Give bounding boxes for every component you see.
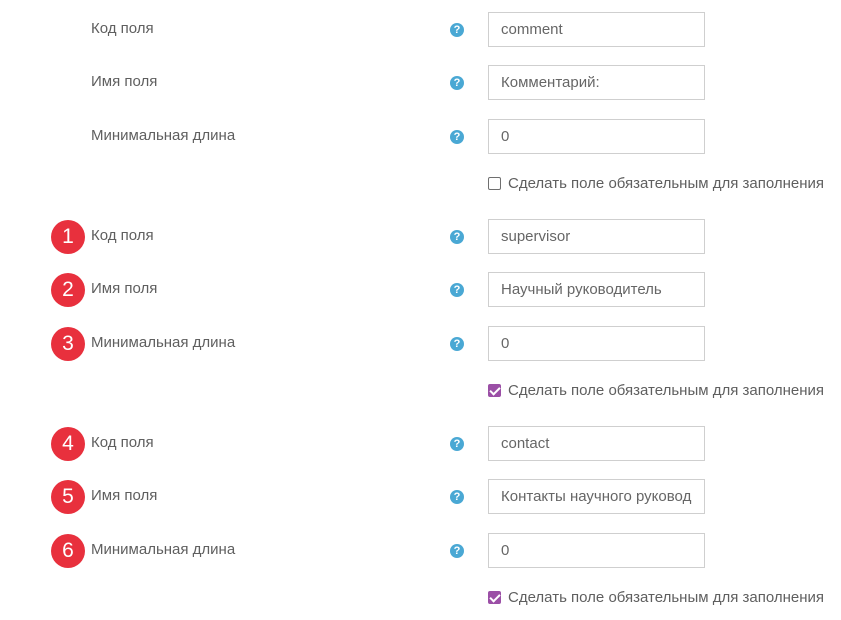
- question-circle-icon[interactable]: ?: [450, 283, 464, 297]
- field-row-min-length: Минимальная длина ?: [0, 117, 841, 157]
- question-circle-icon[interactable]: ?: [450, 76, 464, 90]
- required-checkbox-row[interactable]: Сделать поле обязательным для заполнения: [0, 174, 841, 196]
- required-checkbox[interactable]: [488, 177, 501, 190]
- step-badge: 1: [51, 220, 85, 254]
- field-label: Имя поля: [91, 487, 158, 504]
- required-checkbox[interactable]: [488, 384, 501, 397]
- field-label: Код поля: [91, 20, 154, 37]
- required-checkbox-row[interactable]: Сделать поле обязательным для заполнения: [0, 588, 841, 610]
- field-row-name: Имя поля ?: [0, 63, 841, 103]
- field-label: Имя поля: [91, 280, 158, 297]
- question-circle-icon[interactable]: ?: [450, 23, 464, 37]
- field-row-code: 1 Код поля ?: [0, 217, 841, 257]
- question-circle-icon[interactable]: ?: [450, 544, 464, 558]
- field-label: Минимальная длина: [91, 127, 236, 144]
- required-checkbox-label[interactable]: Сделать поле обязательным для заполнения: [508, 175, 824, 192]
- field-label: Минимальная длина: [91, 541, 236, 558]
- required-checkbox-label[interactable]: Сделать поле обязательным для заполнения: [508, 589, 824, 606]
- field-row-name: 2 Имя поля ?: [0, 270, 841, 310]
- field-name-input[interactable]: [488, 272, 705, 307]
- question-circle-icon[interactable]: ?: [450, 337, 464, 351]
- field-code-input[interactable]: [488, 12, 705, 47]
- field-name-input[interactable]: [488, 479, 705, 514]
- field-min-length-input[interactable]: [488, 533, 705, 568]
- step-badge: 5: [51, 480, 85, 514]
- step-badge: 2: [51, 273, 85, 307]
- step-badge: 4: [51, 427, 85, 461]
- field-row-name: 5 Имя поля ?: [0, 477, 841, 517]
- field-label: Имя поля: [91, 73, 158, 90]
- field-row-min-length: 3 Минимальная длина ?: [0, 324, 841, 364]
- required-checkbox-row[interactable]: Сделать поле обязательным для заполнения: [0, 381, 841, 403]
- question-circle-icon[interactable]: ?: [450, 230, 464, 244]
- field-row-min-length: 6 Минимальная длина ?: [0, 531, 841, 571]
- required-checkbox-label[interactable]: Сделать поле обязательным для заполнения: [508, 382, 824, 399]
- field-code-input[interactable]: [488, 219, 705, 254]
- question-circle-icon[interactable]: ?: [450, 437, 464, 451]
- field-row-code: Код поля ?: [0, 10, 841, 50]
- question-circle-icon[interactable]: ?: [450, 130, 464, 144]
- field-row-code: 4 Код поля ?: [0, 424, 841, 464]
- question-circle-icon[interactable]: ?: [450, 490, 464, 504]
- field-label: Минимальная длина: [91, 334, 236, 351]
- field-label: Код поля: [91, 434, 154, 451]
- field-code-input[interactable]: [488, 426, 705, 461]
- step-badge: 6: [51, 534, 85, 568]
- field-min-length-input[interactable]: [488, 119, 705, 154]
- field-name-input[interactable]: [488, 65, 705, 100]
- field-label: Код поля: [91, 227, 154, 244]
- required-checkbox[interactable]: [488, 591, 501, 604]
- field-min-length-input[interactable]: [488, 326, 705, 361]
- step-badge: 3: [51, 327, 85, 361]
